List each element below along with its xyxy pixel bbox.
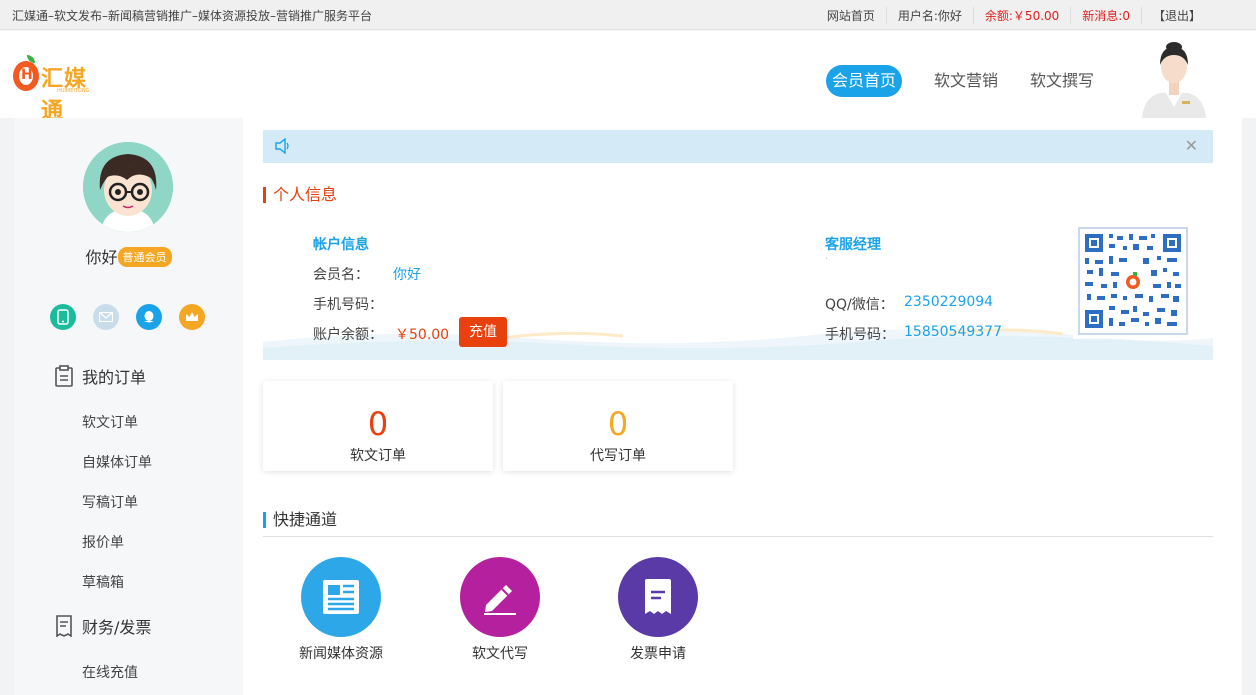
quick-invoice-apply[interactable]: 发票申请 (603, 557, 713, 663)
section-divider (263, 536, 1213, 537)
logout-link[interactable]: 【退出】 (1142, 7, 1212, 24)
site-title: 汇媒通–软文发布–新闻稿营销推广–媒体资源投放–营销推广服务平台 (12, 9, 373, 23)
qq-label: QQ/微信： (825, 297, 894, 313)
newspaper-icon (301, 557, 381, 637)
logo-letter: H (21, 67, 33, 83)
service-phone-value: 15850549377 (904, 324, 1002, 340)
notice-bar: ✕ (263, 130, 1213, 163)
balance-value: ￥50.00 (395, 327, 450, 343)
qq-value: 2350229094 (904, 294, 994, 310)
menu-writing-orders[interactable]: 写稿订单 (82, 492, 138, 512)
header: H 汇媒通 HUIMEITONG 会员首页 软文营销 软文撰写 (0, 31, 1256, 124)
nav-soft-marketing[interactable]: 软文营销 (934, 65, 998, 97)
logo-subtext: HUIMEITONG (57, 88, 90, 94)
quick-channel-title: 快捷通道 (263, 512, 337, 528)
quick-label: 软文代写 (472, 646, 528, 662)
menu-soft-orders[interactable]: 软文订单 (82, 412, 138, 432)
menu-quote-list[interactable]: 报价单 (82, 532, 124, 552)
messages-link[interactable]: 新消息:0 (1071, 7, 1142, 24)
recharge-button[interactable]: 充值 (459, 317, 507, 347)
nav-soft-writing[interactable]: 软文撰写 (1030, 65, 1094, 97)
nav-member-home[interactable]: 会员首页 (826, 65, 903, 97)
menu-group-title: 财务/发票 (82, 618, 152, 637)
menu-group-finance[interactable]: 财务/发票 (54, 614, 151, 638)
quick-label: 发票申请 (630, 646, 686, 662)
menu-online-recharge[interactable]: 在线充值 (82, 662, 138, 682)
top-links: 网站首页 用户名:你好 余额:￥50.00 新消息:0 【退出】 (816, 7, 1212, 24)
main-nav: 会员首页 软文营销 软文撰写 (826, 65, 1126, 97)
main-content: ✕ 个人信息 帐户信息 会员名： 你好 手机号码： 账户余额： ￥50.00 充… (243, 118, 1242, 695)
member-name-label: 会员名： (313, 267, 369, 283)
service-name-placeholder: · (825, 254, 829, 265)
crown-icon[interactable] (179, 304, 205, 330)
stat-value: 0 (607, 405, 629, 443)
speaker-icon (275, 138, 289, 154)
personal-info-title: 个人信息 (263, 187, 337, 203)
phone-label: 手机号码： (313, 297, 383, 313)
member-name-value: 你好 (393, 267, 421, 283)
quick-label: 新闻媒体资源 (299, 646, 383, 662)
stat-value: 0 (367, 405, 389, 443)
member-badge: 普通会员 (117, 247, 172, 267)
close-icon[interactable]: ✕ (1185, 136, 1198, 155)
service-phone-label: 手机号码： (825, 327, 895, 343)
menu-group-orders[interactable]: 我的订单 (54, 364, 146, 388)
account-heading: 帐户信息 (313, 237, 369, 253)
mobile-icon[interactable] (50, 304, 76, 330)
pencil-icon (460, 557, 540, 637)
menu-media-orders[interactable]: 自媒体订单 (82, 452, 152, 472)
stat-label: 软文订单 (350, 448, 406, 464)
info-panel: 帐户信息 会员名： 你好 手机号码： 账户余额： ￥50.00 充值 客服经理 … (263, 224, 1213, 360)
quick-soft-writing[interactable]: 软文代写 (445, 557, 555, 663)
service-heading: 客服经理 (825, 237, 881, 253)
qr-code[interactable] (1073, 224, 1193, 339)
stat-card-writing-orders[interactable]: 0 代写订单 (503, 381, 733, 471)
menu-group-title: 我的订单 (82, 368, 147, 387)
logo[interactable]: H 汇媒通 HUIMEITONG (13, 55, 108, 124)
stat-card-soft-orders[interactable]: 0 软文订单 (263, 381, 493, 471)
stat-label: 代写订单 (590, 448, 646, 464)
home-link[interactable]: 网站首页 (816, 7, 887, 24)
sidebar: 你好 普通会员 我的订单 软文订单 自媒体订单 写稿订单 报价单 草稿箱 财务/发… (14, 118, 243, 695)
email-icon[interactable] (93, 304, 119, 330)
balance-link[interactable]: 余额:￥50.00 (974, 7, 1072, 24)
receipt-icon (618, 557, 698, 637)
top-bar: 汇媒通–软文发布–新闻稿营销推广–媒体资源投放–营销推广服务平台 网站首页 用户… (0, 0, 1256, 30)
customer-service-avatar (1138, 41, 1210, 118)
user-name-line: 你好 普通会员 (14, 244, 243, 268)
username-text: 用户名:你好 (887, 7, 974, 24)
menu-drafts[interactable]: 草稿箱 (82, 572, 124, 592)
user-avatar[interactable] (83, 142, 173, 232)
qq-icon[interactable] (136, 304, 162, 330)
clipboard-icon (55, 365, 73, 387)
balance-label: 账户余额： (313, 327, 383, 343)
contact-icons (50, 304, 205, 330)
user-name: 你好 (85, 248, 118, 267)
quick-news-media[interactable]: 新闻媒体资源 (286, 557, 396, 663)
invoice-icon (56, 615, 72, 637)
